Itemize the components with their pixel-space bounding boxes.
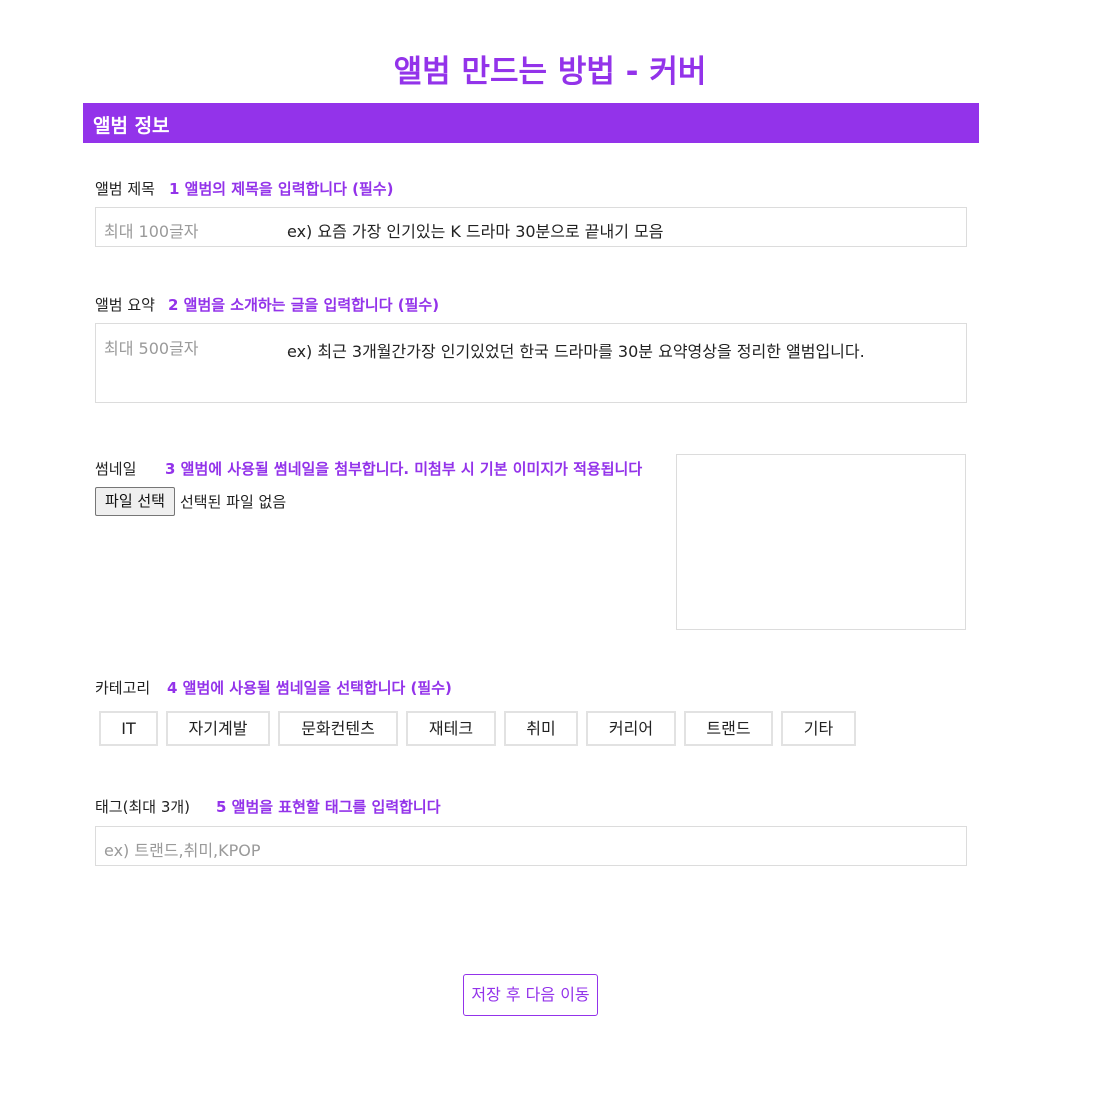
album-summary-example: ex) 최근 3개월간가장 인기있었던 한국 드라마를 30분 요약영상을 정리… [287, 342, 865, 361]
thumbnail-preview [676, 454, 966, 630]
save-next-button[interactable]: 저장 후 다음 이동 [463, 974, 598, 1016]
file-select-button[interactable]: 파일 선택 [95, 487, 175, 516]
album-summary-placeholder: 최대 500글자 [104, 339, 199, 358]
thumbnail-label: 썸네일 [95, 460, 137, 478]
album-summary-label: 앨범 요약 [95, 296, 155, 314]
tags-label: 태그(최대 3개) [95, 798, 191, 816]
category-hint: 4 앨범에 사용될 썸네일을 선택합니다 (필수) [167, 679, 452, 697]
tags-hint: 5 앨범을 표현할 태그를 입력합니다 [216, 798, 441, 816]
section-header: 앨범 정보 [83, 103, 979, 143]
page-title: 앨범 만드는 방법 - 커버 [393, 54, 707, 90]
album-title-hint: 1 앨범의 제목을 입력합니다 (필수) [169, 180, 394, 198]
category-option-career[interactable]: 커리어 [586, 711, 676, 746]
album-title-example: ex) 요즘 가장 인기있는 K 드라마 30분으로 끝내기 모음 [287, 222, 664, 241]
category-label: 카테고리 [95, 679, 151, 697]
category-option-hobby[interactable]: 취미 [504, 711, 578, 746]
file-status-text: 선택된 파일 없음 [180, 493, 287, 511]
album-summary-textarea[interactable]: 최대 500글자 ex) 최근 3개월간가장 인기있었던 한국 드라마를 30분… [95, 323, 967, 403]
category-option-culture-content[interactable]: 문화컨텐츠 [278, 711, 398, 746]
album-title-placeholder: 최대 100글자 [104, 222, 199, 241]
album-title-input[interactable]: 최대 100글자 ex) 요즘 가장 인기있는 K 드라마 30분으로 끝내기 … [95, 207, 967, 247]
album-summary-hint: 2 앨범을 소개하는 글을 입력합니다 (필수) [168, 296, 440, 314]
section-title: 앨범 정보 [93, 115, 170, 137]
category-options: IT 자기계발 문화컨텐츠 재테크 취미 커리어 트랜드 기타 [99, 711, 856, 746]
category-option-it[interactable]: IT [99, 711, 158, 746]
category-option-self-development[interactable]: 자기계발 [166, 711, 270, 746]
thumbnail-hint: 3 앨범에 사용될 썸네일을 첨부합니다. 미첨부 시 기본 이미지가 적용됩니… [165, 460, 643, 478]
tags-input[interactable]: ex) 트랜드,취미,KPOP [95, 826, 967, 866]
category-option-trend[interactable]: 트랜드 [684, 711, 773, 746]
tags-placeholder: ex) 트랜드,취미,KPOP [104, 841, 261, 860]
category-option-finance[interactable]: 재테크 [406, 711, 496, 746]
album-title-label: 앨범 제목 [95, 180, 155, 198]
category-option-etc[interactable]: 기타 [781, 711, 856, 746]
